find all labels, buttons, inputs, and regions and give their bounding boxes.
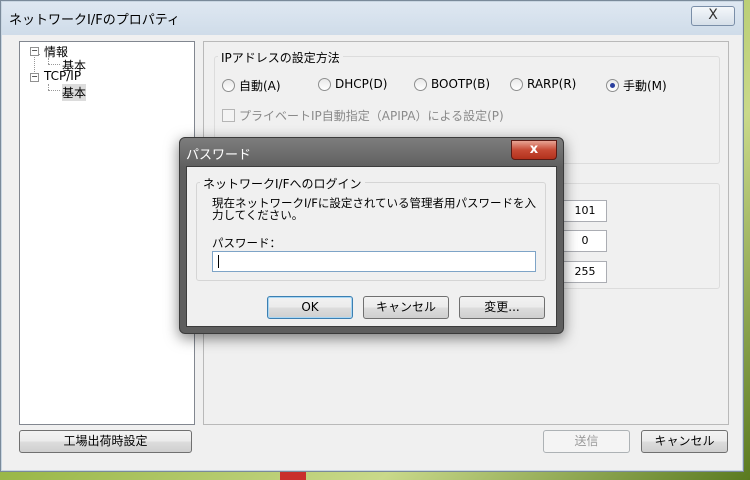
radio-label-manual: 手動(M) — [623, 79, 667, 93]
tree-connector — [48, 90, 60, 91]
password-input[interactable] — [212, 251, 536, 272]
radio-icon[interactable] — [414, 77, 427, 91]
tree-item-tcpip-basic[interactable]: 基本 — [62, 84, 87, 101]
login-legend: ネットワークI/Fへのログイン — [200, 175, 365, 192]
checkbox-icon[interactable] — [222, 109, 235, 122]
radio-label-bootp: BOOTP(B) — [431, 77, 491, 91]
radio-auto[interactable]: 自動(A) — [222, 77, 281, 94]
category-tree: − 情報 基本 − TCP/IP 基本 — [19, 41, 195, 425]
tree-item-tcpip[interactable]: TCP/IP — [44, 69, 81, 83]
apipa-checkbox[interactable]: プライベートIP自動指定（APIPA）による設定(P) — [222, 107, 504, 124]
factory-reset-button[interactable]: 工場出荷時設定 — [19, 430, 192, 453]
radio-dhcp[interactable]: DHCP(D) — [318, 77, 387, 91]
dialog-close-button[interactable]: x — [511, 140, 557, 160]
radio-icon[interactable] — [222, 79, 235, 92]
address-field-2[interactable]: 0 — [563, 230, 607, 252]
dialog-title: パスワード — [186, 148, 252, 163]
send-button[interactable]: 送信 — [543, 430, 630, 453]
text-caret — [218, 255, 219, 268]
tree-collapse-icon[interactable]: − — [30, 73, 39, 82]
radio-label-rarp: RARP(R) — [527, 77, 577, 91]
address-field-1[interactable]: 101 — [563, 200, 607, 222]
radio-label-auto: 自動(A) — [239, 79, 281, 93]
apipa-label: プライベートIP自動指定（APIPA）による設定(P) — [239, 109, 504, 123]
window-title: ネットワークI/Fのプロパティ — [9, 13, 180, 28]
dialog-ok-button[interactable]: OK — [267, 296, 353, 319]
radio-icon[interactable] — [510, 77, 523, 91]
radio-checked-icon[interactable] — [606, 79, 619, 92]
tree-collapse-icon[interactable]: − — [30, 47, 39, 56]
window-close-button[interactable]: X — [691, 6, 735, 26]
login-message: 現在ネットワークI/Fに設定されている管理者用パスワードを入力してください。 — [212, 196, 537, 222]
password-label: パスワード： — [212, 236, 281, 250]
address-field-3[interactable]: 255 — [563, 261, 607, 283]
radio-rarp[interactable]: RARP(R) — [510, 77, 576, 91]
tree-connector — [48, 64, 60, 65]
radio-manual[interactable]: 手動(M) — [606, 77, 667, 94]
dialog-change-button[interactable]: 変更... — [459, 296, 545, 319]
radio-label-dhcp: DHCP(D) — [335, 77, 388, 91]
cancel-button[interactable]: キャンセル — [641, 430, 728, 453]
ip-method-legend: IPアドレスの設定方法 — [218, 49, 343, 66]
radio-bootp[interactable]: BOOTP(B) — [414, 77, 490, 91]
dialog-cancel-button[interactable]: キャンセル — [363, 296, 449, 319]
radio-icon[interactable] — [318, 77, 331, 91]
